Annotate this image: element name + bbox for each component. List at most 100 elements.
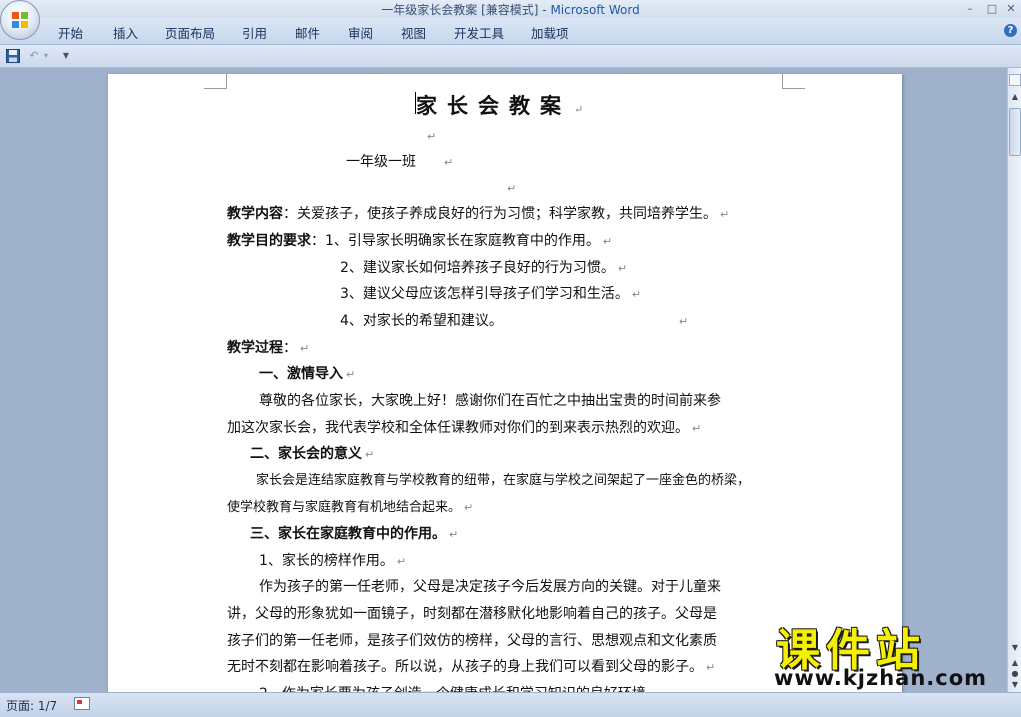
- paragraph-1a: 尊敬的各位家长，大家晚上好！感谢你们在百忙之中抽出宝贵的时间前来参: [259, 393, 721, 409]
- paragraph-mark: ↵: [631, 288, 642, 301]
- window-title: 一年级家长会教案 [兼容模式] - Microsoft Word: [0, 1, 1021, 18]
- next-page-icon[interactable]: ▼: [1009, 680, 1021, 690]
- goal-item-1: ：1、引导家长明确家长在家庭教育中的作用。: [311, 233, 600, 249]
- content-label: 教学内容: [227, 206, 283, 222]
- ribbon-tab-bar: 开始 插入 页面布局 引用 邮件 审阅 视图 开发工具 加载项 ?: [0, 18, 1021, 45]
- save-glyph-icon: [6, 49, 20, 63]
- tab-view[interactable]: 视图: [401, 23, 426, 42]
- save-icon[interactable]: [5, 48, 21, 64]
- tab-home[interactable]: 开始: [58, 23, 83, 42]
- paragraph-mark: ↵: [365, 448, 375, 461]
- goal-line-4: 4、对家长的希望和建议。 ↵: [340, 311, 688, 332]
- undo-dropdown-icon[interactable]: ▾: [42, 48, 50, 64]
- paragraph-mark: ↵: [574, 103, 584, 116]
- paragraph-mark: ↵: [617, 262, 628, 275]
- section-heading-1: 一、激情导入 ↵: [259, 364, 355, 385]
- browse-object-icon[interactable]: ●: [1009, 669, 1021, 679]
- process-line: 教学过程： ↵: [227, 338, 309, 359]
- tab-references[interactable]: 引用: [242, 23, 267, 42]
- sub-heading-1: 1、家长的榜样作用。 ↵: [259, 551, 406, 572]
- section-2-text: 二、家长会的意义: [250, 446, 362, 462]
- goal-item-4: 4、对家长的希望和建议。: [340, 313, 503, 329]
- paragraph-3d: 无时不刻都在影响着孩子。所以说，从孩子的身上我们可以看到父母的影子。: [227, 659, 703, 675]
- paragraph-3b: 讲，父母的形象犹如一面镜子，时刻都在潜移默化地影响着自己的孩子。父母是: [227, 606, 717, 622]
- close-button[interactable]: ✕: [1001, 1, 1021, 16]
- previous-page-icon[interactable]: ▲: [1009, 658, 1021, 668]
- title-separator: -: [538, 3, 551, 17]
- tab-page-layout[interactable]: 页面布局: [165, 23, 215, 42]
- content-text: ：关爱孩子，使孩子养成良好的行为习惯；科学家教，共同培养学生。: [283, 206, 717, 222]
- paragraph-mark: ↵: [449, 528, 459, 541]
- paragraph-mark: ↵: [396, 555, 407, 568]
- title-bar: 一年级家长会教案 [兼容模式] - Microsoft Word – □ ✕: [0, 0, 1021, 18]
- paragraph-mark: ↵: [444, 156, 454, 169]
- minimize-button[interactable]: –: [960, 1, 980, 16]
- proofing-icon[interactable]: [74, 697, 90, 710]
- scroll-thumb[interactable]: [1009, 108, 1021, 156]
- paragraph-3c: 孩子们的第一任老师，是孩子们效仿的榜样，父母的言行、思想观点和文化素质: [227, 633, 717, 649]
- scroll-up-icon[interactable]: ▲: [1009, 90, 1021, 104]
- status-bar: 页面: 1/7: [0, 692, 1021, 717]
- class-name: 一年级一班: [346, 154, 416, 170]
- paragraph-mark: ↵: [427, 130, 437, 143]
- customize-toolbar-icon[interactable]: ▼: [60, 48, 72, 64]
- paragraph-mark: ↵: [507, 182, 517, 195]
- tab-insert[interactable]: 插入: [113, 23, 138, 42]
- section-3-text: 三、家长在家庭教育中的作用。: [250, 526, 446, 542]
- goal-line-1: 教学目的要求：1、引导家长明确家长在家庭教育中的作用。 ↵: [227, 231, 612, 252]
- paragraph-1b: 加这次家长会，我代表学校和全体任课教师对你们的到来表示热烈的欢迎。: [227, 420, 689, 436]
- crop-mark-right: [782, 74, 805, 89]
- tab-mailings[interactable]: 邮件: [295, 23, 320, 42]
- vertical-scrollbar[interactable]: ▲ ▼ ▲ ● ▼: [1007, 68, 1021, 692]
- section-1-text: 一、激情导入: [259, 366, 343, 382]
- scroll-down-icon[interactable]: ▼: [1009, 642, 1021, 654]
- goal-item-3: 3、建议父母应该怎样引导孩子们学习和生活。: [340, 286, 629, 302]
- document-page[interactable]: 家长会教案 ↵ ↵ 一年级一班 ↵ ↵ 教学内容：关爱孩子，使孩子养成良好的行为习惯…: [108, 74, 902, 692]
- paragraph-mark: ↵: [692, 422, 702, 435]
- help-icon[interactable]: ?: [1004, 24, 1017, 37]
- crop-mark-left: [204, 74, 227, 89]
- paragraph-2b-line: 使学校教育与家庭教育有机地结合起来。 ↵: [227, 498, 473, 518]
- paragraph-mark: ↵: [464, 501, 474, 514]
- goal-line-3: 3、建议父母应该怎样引导孩子们学习和生活。 ↵: [340, 284, 641, 305]
- document-title: 一年级家长会教案 [兼容模式]: [381, 3, 539, 17]
- class-line: 一年级一班 ↵: [346, 152, 453, 173]
- paragraph-mark: ↵: [602, 235, 613, 248]
- section-heading-3: 三、家长在家庭教育中的作用。 ↵: [250, 524, 458, 545]
- process-colon: ：: [283, 340, 297, 356]
- tab-add-ins[interactable]: 加载项: [531, 23, 569, 42]
- office-button[interactable]: [0, 0, 40, 40]
- sub-1-text: 1、家长的榜样作用。: [259, 553, 394, 569]
- empty-paragraph: ↵: [504, 178, 516, 199]
- paragraph-mark: ↵: [346, 368, 356, 381]
- goal-label: 教学目的要求: [227, 233, 311, 249]
- empty-paragraph: ↵: [424, 126, 436, 147]
- paragraph-mark: ↵: [678, 315, 689, 328]
- paragraph-3d-line: 无时不刻都在影响着孩子。所以说，从孩子的身上我们可以看到父母的影子。 ↵: [227, 657, 715, 678]
- app-name: Microsoft Word: [550, 3, 640, 17]
- paragraph-1b-line: 加这次家长会，我代表学校和全体任课教师对你们的到来表示热烈的欢迎。 ↵: [227, 418, 701, 439]
- paragraph-mark: ↵: [720, 208, 730, 221]
- quick-access-toolbar: ↶ ▾ ▼: [0, 45, 1021, 68]
- goal-line-2: 2、建议家长如何培养孩子良好的行为习惯。 ↵: [340, 258, 627, 279]
- paragraph-2b: 使学校教育与家庭教育有机地结合起来。: [227, 500, 462, 515]
- content-line: 教学内容：关爱孩子，使孩子养成良好的行为习惯；科学家教，共同培养学生。 ↵: [227, 204, 729, 225]
- section-heading-2: 二、家长会的意义 ↵: [250, 444, 374, 465]
- tab-review[interactable]: 审阅: [348, 23, 373, 42]
- watermark-url: www.kjzhan.com: [774, 666, 988, 690]
- doc-heading-text: 家长会教案: [416, 93, 571, 118]
- paragraph-mark: ↵: [706, 661, 716, 674]
- undo-icon[interactable]: ↶: [27, 48, 41, 64]
- process-label: 教学过程: [227, 340, 283, 356]
- restore-button[interactable]: □: [982, 1, 1002, 16]
- page-count-status[interactable]: 页面: 1/7: [6, 697, 57, 714]
- office-logo-icon: [12, 12, 28, 28]
- document-area: 家长会教案 ↵ ↵ 一年级一班 ↵ ↵ 教学内容：关爱孩子，使孩子养成良好的行为习惯…: [0, 68, 1007, 692]
- site-watermark: 课件站 www.kjzhan.com: [770, 614, 1010, 694]
- tab-developer[interactable]: 开发工具: [454, 23, 504, 42]
- doc-heading: 家长会教案 ↵: [416, 90, 583, 120]
- goal-item-2: 2、建议家长如何培养孩子良好的行为习惯。: [340, 260, 615, 276]
- paragraph-4-partial: 2、作为家长要为孩子创造一个健康成长和学习知识的良好环境。: [259, 684, 660, 692]
- paragraph-3a: 作为孩子的第一任老师，父母是决定孩子今后发展方向的关键。对于儿童来: [259, 579, 721, 595]
- ruler-toggle-icon[interactable]: [1009, 74, 1021, 86]
